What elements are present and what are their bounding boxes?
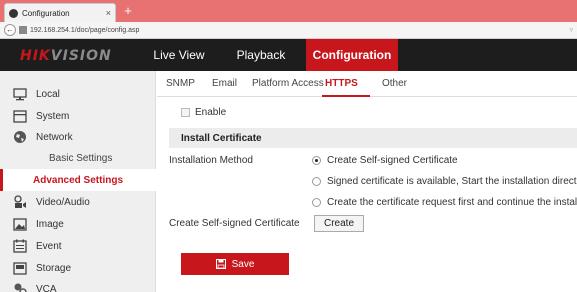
- sidebar-item-advanced-settings[interactable]: Advanced Settings: [0, 169, 156, 191]
- browser-tab[interactable]: Configuration ×: [4, 3, 116, 22]
- sidebar: Local System Network Basic Settings Adva…: [0, 71, 156, 292]
- sidebar-item-label: Event: [36, 240, 62, 252]
- monitor-icon: [13, 87, 27, 101]
- url-field[interactable]: 192.168.254.1/doc/page/config.asp: [30, 27, 569, 34]
- browser-tab-title: Configuration: [22, 8, 70, 18]
- sidebar-item-vca[interactable]: VCA: [0, 278, 156, 292]
- nav-configuration[interactable]: Configuration: [306, 39, 398, 71]
- logo-gray-text: VISION: [50, 48, 112, 64]
- tab-other[interactable]: Other: [382, 78, 407, 89]
- sidebar-item-image[interactable]: Image: [0, 213, 156, 235]
- sidebar-item-label: Advanced Settings: [32, 174, 124, 186]
- sidebar-item-event[interactable]: Event: [0, 235, 156, 257]
- storage-icon: [13, 261, 27, 275]
- sidebar-item-label: System: [36, 110, 70, 122]
- video-audio-icon: [13, 195, 27, 209]
- section-title: Install Certificate: [181, 133, 262, 144]
- save-button[interactable]: Save: [181, 253, 289, 275]
- sidebar-item-local[interactable]: Local: [0, 83, 156, 105]
- nav-live-view[interactable]: Live View: [150, 39, 208, 71]
- sidebar-item-system[interactable]: System: [0, 105, 156, 127]
- browser-tab-bar: Configuration × +: [0, 0, 577, 22]
- save-button-label: Save: [231, 258, 255, 270]
- tab-close-icon[interactable]: ×: [106, 8, 111, 18]
- sub-tab-bar: SNMP Email Platform Access HTTPS Other: [157, 71, 577, 97]
- image-icon: [13, 217, 27, 231]
- new-tab-button[interactable]: +: [121, 4, 135, 18]
- floppy-disk-icon: [215, 259, 226, 269]
- sidebar-item-label: Video/Audio: [36, 196, 90, 208]
- radio-create-request[interactable]: [312, 198, 321, 207]
- page-icon: [19, 26, 27, 34]
- active-tab-underline: [322, 95, 370, 97]
- self-signed-label: Create Self-signed Certificate: [169, 218, 300, 229]
- tab-email[interactable]: Email: [212, 78, 237, 89]
- event-icon: [13, 239, 27, 253]
- radio-label: Create Self-signed Certificate: [327, 155, 458, 166]
- system-icon: [13, 109, 27, 123]
- back-button[interactable]: ←: [4, 24, 16, 36]
- nav-playback[interactable]: Playback: [230, 39, 292, 71]
- tab-snmp[interactable]: SNMP: [166, 78, 195, 89]
- sidebar-item-label: Storage: [36, 262, 72, 274]
- sidebar-item-label: Basic Settings: [49, 152, 113, 164]
- sidebar-item-label: Image: [36, 218, 64, 230]
- globe-icon: [13, 130, 27, 144]
- vca-icon: [13, 282, 27, 292]
- radio-label: Signed certificate is available, Start t…: [327, 176, 577, 187]
- sidebar-item-network[interactable]: Network: [0, 126, 156, 148]
- tab-https[interactable]: HTTPS: [325, 78, 358, 89]
- hikvision-logo: HIKVISION: [20, 48, 112, 64]
- radio-signed-available[interactable]: [312, 177, 321, 186]
- active-indicator: [0, 169, 3, 191]
- radio-label: Create the certificate request first and…: [327, 197, 577, 208]
- enable-checkbox[interactable]: [181, 108, 190, 117]
- sidebar-item-storage[interactable]: Storage: [0, 257, 156, 279]
- installation-method-label: Installation Method: [169, 155, 253, 166]
- sidebar-item-basic-settings[interactable]: Basic Settings: [0, 147, 156, 169]
- sidebar-item-label: Network: [36, 131, 73, 143]
- logo-red-text: HIK: [20, 48, 51, 64]
- sidebar-item-video-audio[interactable]: Video/Audio: [0, 191, 156, 213]
- sidebar-item-label: Local: [36, 88, 60, 100]
- radio-create-self-signed[interactable]: [312, 156, 321, 165]
- main-content: SNMP Email Platform Access HTTPS Other E…: [157, 71, 577, 292]
- tab-platform-access[interactable]: Platform Access: [252, 78, 324, 89]
- favicon-icon: [9, 8, 18, 18]
- address-bar: ← 192.168.254.1/doc/page/config.asp ▿: [0, 22, 577, 39]
- enable-label: Enable: [195, 107, 227, 118]
- create-button[interactable]: Create: [314, 215, 364, 232]
- address-dropdown-icon[interactable]: ▿: [569, 26, 573, 34]
- sidebar-item-label: VCA: [36, 283, 57, 292]
- section-header: Install Certificate: [169, 128, 577, 148]
- app-header: HIKVISION Live View Playback Configurati…: [0, 39, 577, 71]
